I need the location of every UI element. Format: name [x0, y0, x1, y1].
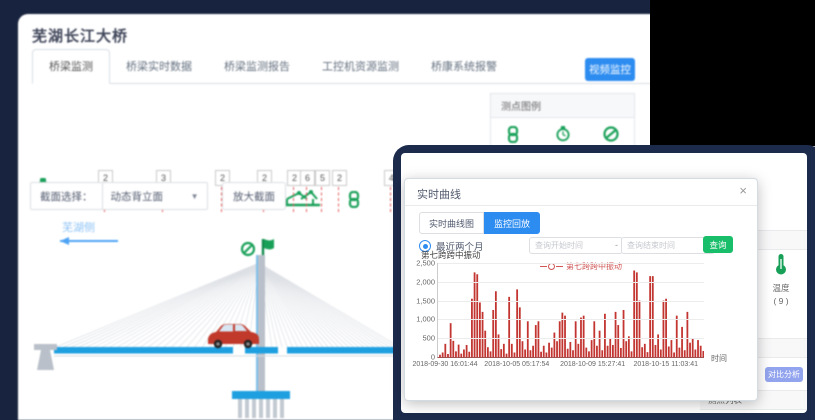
query-end-input[interactable] — [621, 237, 715, 254]
main-tab-2[interactable]: 桥梁监测报告 — [208, 50, 306, 83]
compare-analysis-button[interactable]: 对比分析 — [765, 367, 803, 382]
modal-tab-1[interactable]: 监控回放 — [484, 212, 540, 234]
desktop: 芜湖长江大桥 桥梁监测桥梁实时数据桥梁监测报告工控机资源监测桥康系统报警 视频监… — [0, 0, 815, 420]
alarm-dash-line — [321, 187, 322, 212]
alarm-dash-line — [390, 187, 391, 212]
sensor-count-badge: 2 — [332, 170, 347, 186]
main-tab-bar: 桥梁监测桥梁实时数据桥梁监测报告工控机资源监测桥康系统报警 — [32, 52, 652, 84]
realtime-curve-modal: 实时曲线 × 实时曲线图监控回放 最近两个月 - 查询 第七跨跨中振动 第七跨跨… — [404, 178, 758, 401]
link-icon[interactable] — [348, 191, 360, 208]
abutment — [34, 344, 57, 370]
x-tick-label: 2018-10-05 05:17:54 — [484, 361, 549, 368]
modal-title: 实时曲线 — [417, 186, 461, 202]
tower-mast — [258, 255, 265, 393]
section-select-group: 截面选择： 动态背立面 ▼ — [30, 182, 208, 210]
thermometer-icon — [774, 253, 788, 275]
temperature-label: 温度 — [758, 282, 804, 294]
zoom-section-button[interactable]: 放大截面 — [222, 182, 286, 210]
chart-plot-area — [437, 263, 704, 358]
x-axis-title: 时间 — [711, 353, 727, 364]
gridline — [438, 301, 704, 302]
tower-edge — [256, 255, 258, 393]
x-tick-label: 2018-10-09 15:27:41 — [560, 361, 625, 368]
section-select-dropdown[interactable]: 动态背立面 ▼ — [102, 183, 207, 209]
pile-cap — [232, 391, 290, 399]
y-tick-label: 500 — [409, 334, 435, 343]
page-title: 芜湖长江大桥 — [32, 25, 128, 46]
modal-header: 实时曲线 × — [405, 179, 757, 206]
bridge-deck — [54, 347, 400, 354]
gridline — [438, 338, 704, 339]
x-tick-label: 2018-10-15 11:03:41 — [634, 361, 698, 368]
modal-tab-bar: 实时曲线图监控回放 — [419, 212, 540, 234]
gridline — [438, 263, 704, 264]
direction-arrow-head — [60, 237, 69, 245]
main-tab-4[interactable]: 桥康系统报警 — [415, 50, 513, 83]
main-tab-1[interactable]: 桥梁实时数据 — [110, 50, 208, 83]
vibration-series — [438, 263, 704, 357]
link-icon — [507, 126, 519, 143]
clock-icon — [555, 126, 571, 142]
y-tick-label: 2,000 — [409, 277, 435, 286]
y-tick-label: 2,500 — [409, 259, 435, 268]
chevron-down-icon: ▼ — [191, 192, 199, 201]
no-entry-icon[interactable] — [242, 243, 254, 255]
bridge-diagram: 芜湖侧 — [20, 213, 402, 420]
deck-gap — [278, 347, 287, 354]
temperature-sensor-item[interactable]: 温度 ( 9 ) — [758, 253, 804, 306]
section-select-label: 截面选择： — [31, 183, 102, 209]
close-icon[interactable]: × — [739, 184, 747, 197]
video-monitor-button[interactable]: 视频监控 — [585, 58, 635, 81]
sensor-count-badge: 5 — [315, 170, 330, 186]
sensor-count-badge: 6 — [300, 170, 315, 186]
gridline — [438, 319, 704, 320]
y-tick-label: 1,500 — [409, 296, 435, 305]
main-tab-3[interactable]: 工控机资源监测 — [306, 50, 415, 83]
black-panel — [650, 0, 815, 146]
main-tab-0[interactable]: 桥梁监测 — [32, 49, 110, 84]
y-tick-label: 1,000 — [409, 315, 435, 324]
legend-panel-title: 测点图例 — [491, 94, 634, 118]
alarm-dash-line — [293, 187, 294, 212]
deck-gap — [233, 347, 245, 354]
modal-tab-0[interactable]: 实时曲线图 — [419, 212, 484, 234]
bridge-side-label: 芜湖侧 — [62, 220, 95, 234]
gridline — [438, 282, 704, 283]
flag-icon[interactable] — [263, 239, 274, 255]
date-separator: - — [615, 240, 618, 250]
query-start-input[interactable] — [529, 237, 623, 254]
alarm-dash-line — [338, 187, 339, 212]
query-button[interactable]: 查询 — [703, 236, 733, 253]
temperature-count: ( 9 ) — [758, 296, 804, 306]
alarm-dash-line — [306, 187, 307, 212]
piles — [238, 399, 284, 418]
section-select-value: 动态背立面 — [111, 189, 164, 204]
x-tick-label: 2018-09-30 16:01:44 — [412, 361, 477, 368]
no-entry-icon — [603, 126, 619, 142]
